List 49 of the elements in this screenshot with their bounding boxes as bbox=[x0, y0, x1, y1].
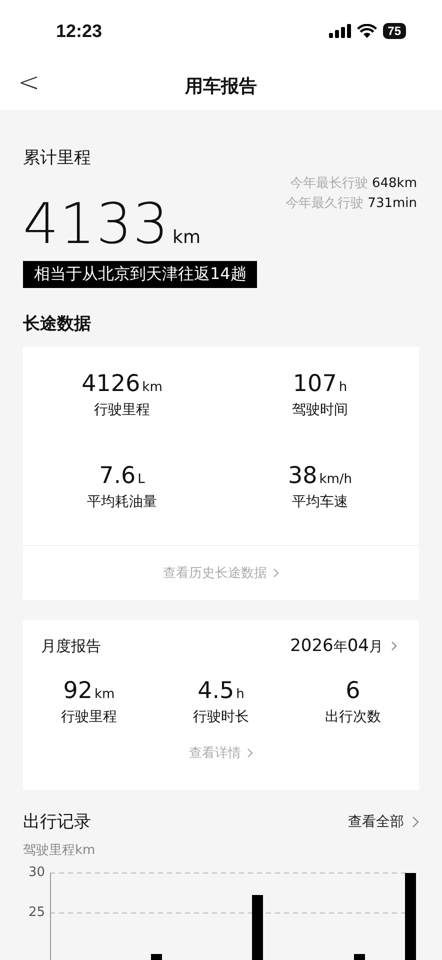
chevron-icon bbox=[391, 641, 397, 651]
section-title: 出行记录 bbox=[23, 811, 91, 833]
record-value: 731min bbox=[368, 196, 417, 211]
stat-value: 4126 bbox=[82, 371, 140, 397]
stat-label: 出行次数 bbox=[325, 708, 381, 726]
stat-unit: h bbox=[338, 380, 348, 395]
stat-value: 92 bbox=[63, 678, 93, 704]
record-label: 今年最长行驶 bbox=[290, 176, 368, 191]
bar bbox=[252, 895, 263, 960]
stat-value: 107 bbox=[292, 371, 337, 397]
chevron-icon bbox=[412, 816, 419, 828]
section-title: 累计里程 bbox=[23, 148, 91, 168]
view-all-link[interactable]: 查看全部 bbox=[348, 812, 419, 830]
stat-label: 行驶时长 bbox=[193, 708, 249, 726]
stat-unit: h bbox=[236, 687, 244, 702]
bar bbox=[151, 954, 162, 960]
wifi-icon bbox=[356, 24, 377, 38]
stat-label: 平均耗油量 bbox=[87, 493, 157, 511]
stat-unit: km/h bbox=[319, 472, 352, 487]
stat-label: 平均车速 bbox=[292, 493, 348, 511]
stat-value: 6 bbox=[346, 678, 360, 704]
stat-label: 行驶里程 bbox=[94, 401, 150, 419]
stat-label: 驾驶时间 bbox=[292, 401, 348, 419]
comparison-banner: 相当于从北京到天津往返14趟 bbox=[23, 261, 258, 288]
stat-label: 行驶里程 bbox=[61, 708, 117, 726]
stat-value: 7.6 bbox=[99, 463, 136, 489]
signal-icon bbox=[328, 24, 351, 38]
stat-unit: km bbox=[142, 380, 162, 395]
axis-title: 驾驶里程km bbox=[23, 842, 96, 859]
tick-label: 30 bbox=[28, 865, 45, 880]
chevron-icon bbox=[273, 568, 279, 578]
month-picker[interactable]: 2026年04月 bbox=[290, 636, 397, 656]
stat-value: 38 bbox=[288, 463, 318, 489]
card-title: 月度报告 bbox=[41, 636, 101, 656]
chevron-icon bbox=[247, 748, 253, 758]
page-title: 用车报告 bbox=[185, 75, 257, 98]
record-label: 今年最久行驶 bbox=[286, 196, 364, 211]
stat-unit: L bbox=[138, 472, 145, 487]
stat-value: 4.5 bbox=[198, 678, 234, 704]
unit-label: km bbox=[172, 227, 200, 248]
bar bbox=[354, 954, 365, 960]
stat-unit: km bbox=[94, 687, 115, 702]
total-mileage: 4133 bbox=[23, 195, 170, 255]
tick-label: 25 bbox=[28, 905, 45, 920]
record-value: 648km bbox=[372, 176, 417, 191]
status-time: 12:23 bbox=[56, 20, 102, 42]
battery-icon: 75 bbox=[382, 23, 406, 39]
section-title: 长途数据 bbox=[23, 313, 92, 335]
back-button[interactable]: < bbox=[14, 68, 44, 98]
